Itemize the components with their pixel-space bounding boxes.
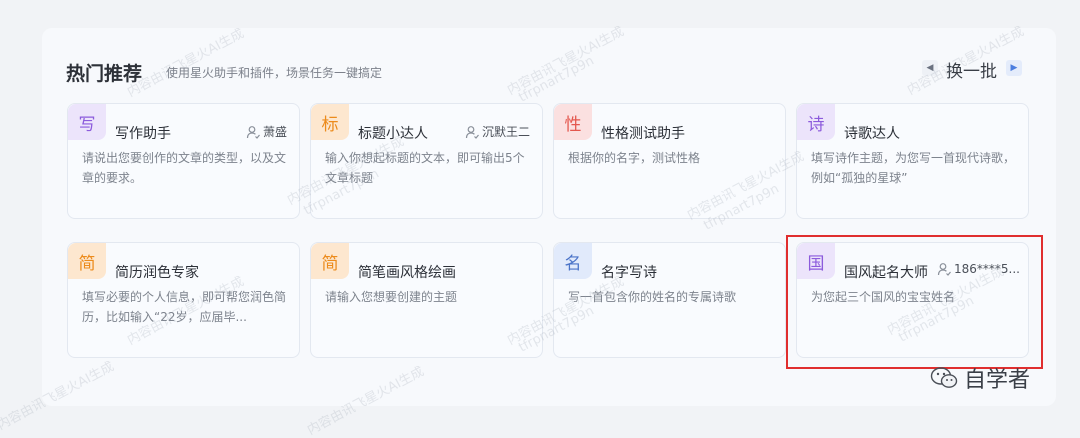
assistant-card[interactable]: 名 名字写诗 写一首包含你的姓名的专属诗歌 [553,242,786,358]
card-desc: 根据你的名字，测试性格 [568,151,701,165]
prev-page-button[interactable]: ◀ [922,60,938,76]
next-page-button[interactable]: ▶ [1006,60,1022,76]
highlight-box [786,235,1043,369]
card-name: 简历润色专家 [115,265,199,281]
card-name: 诗歌达人 [844,126,900,142]
refresh-batch-button[interactable]: 换一批 [946,57,997,82]
card-desc: 填写诗作主题，为您写一首现代诗歌，例如“孤独的星球” [811,151,1016,185]
assistant-card[interactable]: 简 简历润色专家 填写必要的个人信息，即可帮您润色简历，比如输入“22岁，应届毕… [67,242,300,358]
assistant-card[interactable]: 标 标题小达人 沉默王二 输入你想起标题的文本，即可输出5个文章标题 [310,103,543,219]
assistant-card[interactable]: 性 性格测试助手 根据你的名字，测试性格 [553,103,786,219]
card-name: 写作助手 [115,126,171,142]
card-desc: 请输入您想要创建的主题 [325,290,458,304]
assistant-card[interactable]: 简 简笔画风格绘画 请输入您想要创建的主题 [310,242,543,358]
card-author: 萧盛 [246,123,287,140]
brand-name: 自学者 [964,368,1031,393]
card-name: 标题小达人 [358,126,428,142]
card-badge: 简 [311,243,349,279]
user-icon [246,125,260,139]
card-badge: 简 [68,243,106,279]
card-name: 简笔画风格绘画 [358,265,456,281]
chevron-left-icon: ◀ [926,63,934,73]
section-title: 热门推荐 [66,63,143,85]
chevron-right-icon: ▶ [1010,63,1018,73]
assistant-card[interactable]: 写 写作助手 萧盛 请说出您要创作的文章的类型，以及文章的要求。 [67,103,300,219]
assistant-card[interactable]: 诗 诗歌达人 填写诗作主题，为您写一首现代诗歌，例如“孤独的星球” [796,103,1029,219]
card-badge: 诗 [797,104,835,140]
card-name: 名字写诗 [601,265,657,281]
card-name: 性格测试助手 [601,126,685,142]
card-badge: 性 [554,104,592,140]
wechat-icon [930,367,958,388]
card-author-name: 萧盛 [262,125,287,139]
card-desc: 请说出您要创作的文章的类型，以及文章的要求。 [82,151,287,185]
card-badge: 写 [68,104,106,140]
card-badge: 名 [554,243,592,279]
brand-mark: 自学者 [930,362,1030,394]
card-desc: 填写必要的个人信息，即可帮您润色简历，比如输入“22岁，应届毕... [82,290,287,324]
card-desc: 输入你想起标题的文本，即可输出5个文章标题 [325,151,525,185]
card-desc: 写一首包含你的姓名的专属诗歌 [568,290,737,304]
card-badge: 标 [311,104,349,140]
card-author: 沉默王二 [465,123,530,140]
user-icon [465,125,479,139]
card-author-name: 沉默王二 [481,125,530,139]
section-subtitle: 使用星火助手和插件，场景任务一键搞定 [166,66,383,80]
